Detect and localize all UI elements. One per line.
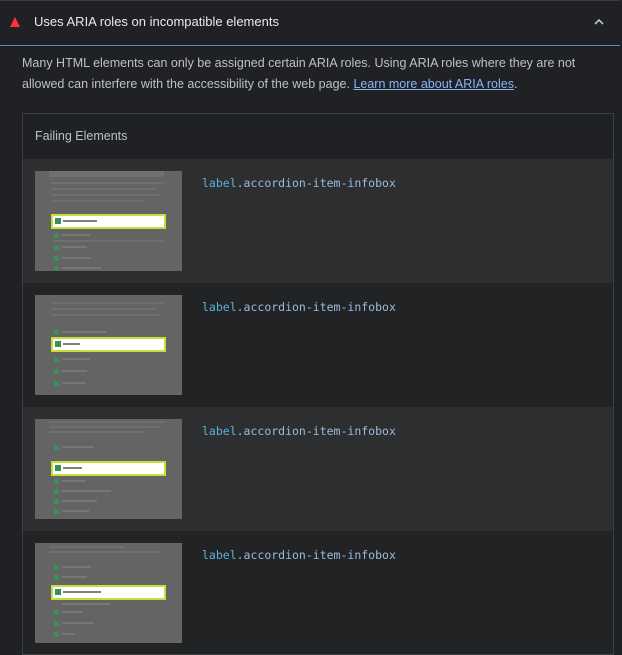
node-selector[interactable]: label.accordion-item-infobox [202,548,396,562]
learn-more-link[interactable]: Learn more about ARIA roles [353,77,514,91]
node-selector[interactable]: label.accordion-item-infobox [202,300,396,314]
node-class: .accordion-item-infobox [236,176,396,190]
node-selector[interactable]: label.accordion-item-infobox [202,176,396,190]
element-screenshot-thumbnail [35,419,182,519]
node-selector[interactable]: label.accordion-item-infobox [202,424,396,438]
table-header-label: Failing Elements [35,129,128,143]
table-row[interactable]: label.accordion-item-infobox [23,159,613,283]
table-row[interactable]: label.accordion-item-infobox [23,531,613,654]
description-period: . [513,77,518,91]
audit-description: Many HTML elements can only be assigned … [22,53,607,95]
audit-header[interactable]: Uses ARIA roles on incompatible elements [0,0,620,46]
failing-elements-table: Failing Elements label.accordion-item-in… [22,113,614,655]
node-class: .accordion-item-infobox [236,424,396,438]
table-row[interactable]: label.accordion-item-infobox [23,407,613,531]
node-class: .accordion-item-infobox [236,548,396,562]
element-screenshot-thumbnail [35,171,182,271]
element-screenshot-thumbnail [35,295,182,395]
chevron-up-icon[interactable] [592,15,606,29]
audit-title: Uses ARIA roles on incompatible elements [34,14,279,29]
element-screenshot-thumbnail [35,543,182,643]
table-header: Failing Elements [23,114,613,159]
fail-triangle-icon [10,17,20,27]
table-row[interactable]: label.accordion-item-infobox [23,283,613,407]
node-tag: label [202,424,237,438]
node-tag: label [202,176,237,190]
node-tag: label [202,300,237,314]
node-class: .accordion-item-infobox [236,300,396,314]
node-tag: label [202,548,237,562]
